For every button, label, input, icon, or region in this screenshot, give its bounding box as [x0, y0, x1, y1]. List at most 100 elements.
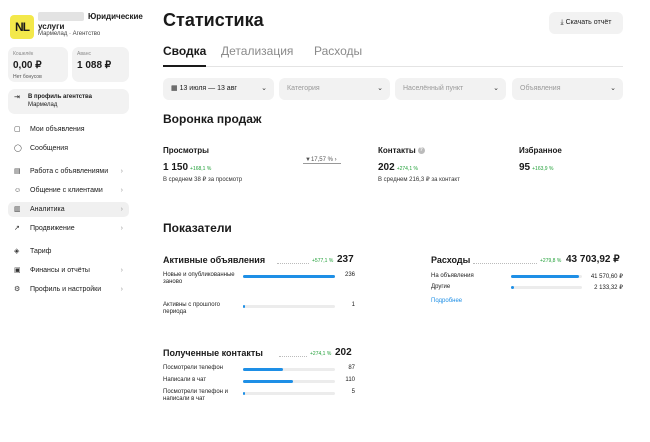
views-number: 1 150	[163, 162, 189, 173]
nav-my-listings[interactable]: ▢ Мои объявления	[8, 122, 129, 137]
chevron-down-icon: ⌄	[261, 85, 267, 92]
views-change: +168,1 %	[190, 166, 212, 172]
tariff-icon: ◈	[14, 248, 20, 255]
conversion-value: 17,57 %	[310, 157, 333, 163]
views-value: 1 150 +168,1 %	[163, 162, 242, 173]
chat-icon: ◯	[14, 145, 22, 152]
views-avg: В среднем 38 ₽ за просмотр	[163, 177, 243, 183]
nav-label: Профиль и настройки	[30, 286, 102, 293]
row-label: Посмотрели телефон и написали в чат	[163, 389, 228, 402]
wallet-bonus: Нет бонусов	[13, 74, 42, 80]
contacts-value: 202 +274,1 %	[378, 162, 460, 173]
row-value: 41 570,60 ₽	[590, 274, 623, 280]
row-value: 236	[344, 272, 355, 278]
dotted-leader	[473, 263, 537, 264]
favorites-number: 95	[519, 162, 531, 173]
active-listings-value: 237	[337, 254, 354, 265]
ads-placeholder: Объявления	[520, 85, 561, 92]
nav-messages[interactable]: ◯ Сообщения	[8, 141, 129, 156]
nav-tariff[interactable]: ◈ Тариф	[8, 244, 129, 259]
progress-fill	[243, 305, 245, 308]
row-value: 2 133,32 ₽	[594, 285, 623, 291]
progress-fill	[243, 275, 335, 278]
progress-bar	[511, 286, 582, 289]
row-label: Другие	[431, 284, 451, 290]
nav-profile[interactable]: ⚙ Профиль и настройки ›	[8, 282, 129, 297]
download-icon: ⤓	[560, 19, 564, 26]
wallet-card[interactable]: Кошелёк 0,00 ₽ Нет бонусов	[8, 47, 68, 82]
progress-bar	[243, 305, 335, 308]
nav-analytics[interactable]: ▥ Аналитика ›	[8, 202, 129, 217]
contacts-label: Контакты?	[378, 146, 460, 155]
progress-fill	[243, 392, 246, 395]
active-listings-change: +577,1 %	[312, 258, 334, 264]
indicators-heading: Показатели	[163, 221, 232, 235]
progress-bar	[243, 275, 335, 278]
more-link[interactable]: Подробнее	[431, 298, 462, 304]
nav-promotion[interactable]: ↗ Продвижение ›	[8, 221, 129, 236]
chevron-right-icon: ›	[120, 267, 123, 274]
calendar-icon: ▦	[171, 85, 178, 92]
funnel-heading: Воронка продаж	[163, 112, 262, 126]
chevron-down-icon: ⌄	[610, 85, 616, 92]
chevron-right-icon: ›	[120, 286, 123, 293]
funnel-favorites: Избранное 95 +163,9 %	[519, 146, 562, 173]
nav-listings-work[interactable]: ▤ Работа с объявлениями ›	[8, 164, 129, 179]
help-icon[interactable]: ?	[417, 147, 425, 155]
sidebar: NL Юридические услуги Мармелад · Агентст…	[0, 0, 143, 442]
progress-fill	[511, 275, 579, 278]
company-logo[interactable]: NL	[10, 15, 34, 39]
agency-name: Мармелад	[28, 102, 58, 108]
category-filter[interactable]: Категория ⌄	[279, 78, 390, 100]
org-name[interactable]: Юридические услуги	[38, 12, 143, 32]
progress-fill	[243, 368, 283, 371]
chevron-right-icon: ›	[120, 206, 123, 213]
nav-finance[interactable]: ▣ Финансы и отчёты ›	[8, 263, 129, 278]
received-contacts-change: +274,1 %	[310, 351, 332, 357]
nav-clients[interactable]: ☺ Общение с клиентами ›	[8, 183, 129, 198]
row-value: 87	[348, 365, 355, 371]
tab-bar: Сводка Детализация Расходы	[163, 44, 623, 67]
advance-value: 1 088 ₽	[77, 60, 112, 71]
chevron-right-icon: ›	[120, 187, 123, 194]
progress-bar	[243, 392, 335, 395]
chevron-right-icon: ›	[334, 157, 337, 163]
expenses-value: 43 703,92 ₽	[566, 254, 620, 265]
favorites-label: Избранное	[519, 146, 562, 155]
expenses-title: Расходы	[431, 255, 471, 265]
download-label: Скачать отчёт	[565, 19, 612, 26]
nav-label: Мои объявления	[30, 126, 85, 133]
agency-profile-button[interactable]: ⇥ В профиль агентства Мармелад	[8, 89, 129, 114]
tab-details[interactable]: Детализация	[221, 44, 293, 58]
progress-bar	[243, 368, 335, 371]
agency-link: В профиль агентства	[28, 94, 92, 100]
progress-bar	[511, 275, 582, 278]
advance-card[interactable]: Аванс 1 088 ₽	[72, 47, 129, 82]
city-placeholder: Населённый пункт	[403, 85, 464, 92]
active-listings-title: Активные объявления	[163, 255, 266, 265]
analytics-icon: ▥	[14, 206, 21, 213]
date-filter[interactable]: ▦ 13 июля — 13 авг ⌄	[163, 78, 274, 100]
listings-icon: ▢	[14, 126, 21, 133]
views-label: Просмотры	[163, 146, 210, 155]
nav-label: Продвижение	[30, 225, 75, 232]
wallet-label: Кошелёк	[13, 51, 34, 57]
category-placeholder: Категория	[287, 85, 320, 92]
city-filter[interactable]: Населённый пункт ⌄	[395, 78, 506, 100]
row-label: Новые и опубликованные заново	[163, 272, 235, 285]
chevron-right-icon: ›	[120, 168, 123, 175]
row-label: Написали в чат	[163, 377, 207, 383]
favorites-value: 95 +163,9 %	[519, 162, 562, 173]
ads-filter[interactable]: Объявления ⌄	[512, 78, 623, 100]
enter-icon: ⇥	[14, 94, 20, 101]
tab-summary[interactable]: Сводка	[163, 44, 207, 67]
progress-fill	[511, 286, 515, 289]
row-value: 110	[345, 377, 355, 383]
tab-expenses[interactable]: Расходы	[314, 44, 362, 58]
nav-label: Работа с объявлениями	[30, 168, 109, 175]
chevron-down-icon: ⌄	[493, 85, 499, 92]
favorites-change: +163,9 %	[532, 166, 554, 172]
download-report-button[interactable]: ⤓ Скачать отчёт	[549, 12, 623, 34]
nav-label: Аналитика	[30, 206, 65, 213]
conversion-rate[interactable]: ▼17,57 % ›	[303, 157, 341, 164]
